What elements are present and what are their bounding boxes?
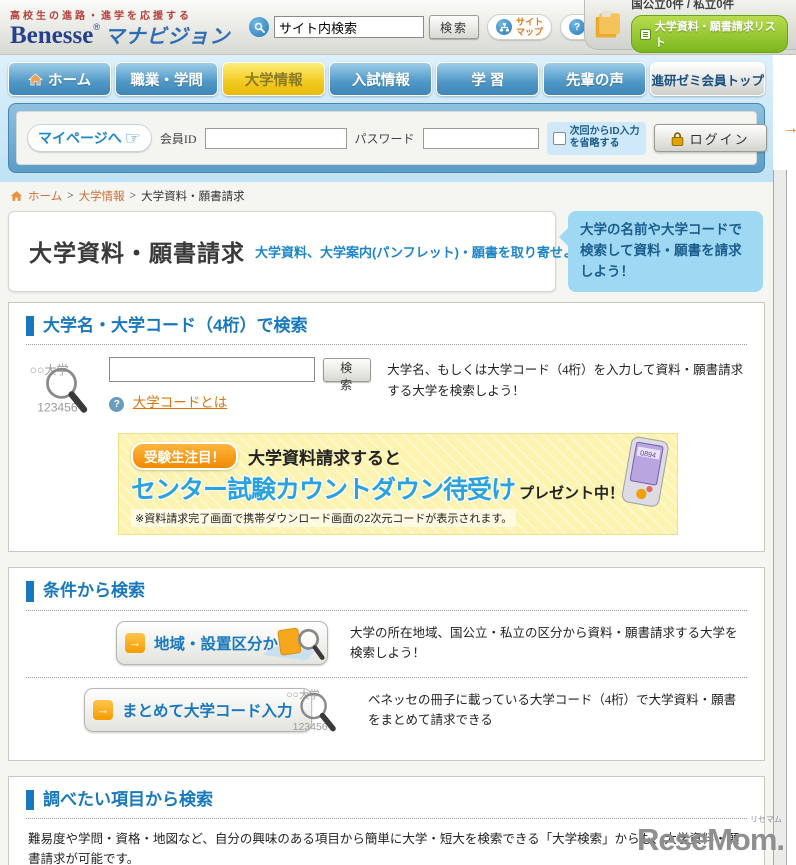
section-heading: 条件から検索: [26, 581, 747, 602]
university-code-input[interactable]: [109, 357, 315, 383]
code-search-button[interactable]: 検索: [322, 357, 372, 392]
folder-icon: [595, 10, 620, 38]
site-search-button[interactable]: 検索: [429, 15, 480, 39]
home-icon: [10, 191, 23, 201]
resemom-watermark: リセマム ReseMom.: [636, 815, 785, 857]
breadcrumb-separator: >: [67, 190, 74, 202]
arrow-icon: →: [125, 632, 145, 653]
site-search: 検索: [249, 15, 480, 39]
scrollbar[interactable]: [773, 170, 787, 865]
what-is-university-code-link[interactable]: 大学コードとは: [133, 395, 228, 410]
breadcrumb-separator: >: [129, 190, 137, 202]
main-area: ホーム > 大学情報 > 大学資料・願書請求 大学資料・願書請求 大学資料、大学…: [0, 182, 773, 865]
save-id-option: 次回からID入力 を省略する: [546, 121, 646, 155]
region-category-description: 大学の所在地域、国公立・私立の区分から資料・願書請求する大学を検索しよう！: [350, 625, 738, 660]
banner-line1: 大学資料請求すると: [248, 448, 401, 468]
section-heading: 調べたい項目から検索: [26, 789, 747, 810]
callout-bubble: 大学の名前や大学コードで検索して資料・願書を請求しよう！: [559, 211, 763, 292]
tab-nyushi-joho[interactable]: 入試情報: [329, 62, 433, 96]
page-title: 大学資料・願書請求: [29, 240, 245, 267]
dotted-divider: [26, 817, 747, 819]
site-header: 高校生の進路・進学を応援する Benesse® マナビジョン 検索 サイトマップ…: [0, 0, 796, 55]
mobile-phone-image: 0894: [621, 436, 669, 507]
member-id-label: 会員ID: [159, 131, 197, 146]
search-icon: [249, 17, 269, 37]
site-tagline: 高校生の進路・進学を応援する: [10, 10, 192, 22]
login-button[interactable]: ログイン: [653, 124, 767, 152]
dotted-divider: [26, 676, 747, 678]
tab-shokugyo-gakumon[interactable]: 職業・学問: [115, 62, 219, 96]
sitemap-icon: [496, 19, 513, 35]
manavision-logo-text: マナビジョン: [104, 25, 231, 48]
password-label: パスワード: [354, 131, 415, 146]
question-icon: ?: [109, 397, 125, 413]
section-heading: 大学名・大学コード（4桁）で検索: [26, 315, 747, 337]
watermark-ruby: リセマム: [750, 815, 782, 824]
pointing-hand-icon: ☞: [124, 128, 141, 148]
svg-text:123456: 123456: [37, 401, 78, 415]
banner-main-text: センター試験カウントダウン待受け プレゼント中！: [131, 476, 625, 505]
breadcrumb: ホーム > 大学情報 > 大学資料・願書請求: [0, 182, 773, 209]
list-icon: [640, 28, 651, 40]
section-condition-search: 条件から検索 → 地域・設置区分から 大学の所在地域、国公立・私立の区分から資料…: [8, 567, 765, 761]
dotted-divider: [26, 344, 747, 346]
main-nav: ホーム 職業・学問 大学情報 入試情報 学 習 先輩の声 進研ゼミ会員トップ: [8, 62, 765, 96]
request-list-button[interactable]: 大学資料・願書請求リスト: [631, 15, 788, 53]
lock-icon: [671, 131, 683, 146]
attention-badge: 受験生注目！: [131, 442, 238, 471]
save-id-checkbox[interactable]: [552, 131, 566, 145]
sitemap-label: サイト マップ: [516, 16, 544, 37]
breadcrumb-daigaku-joho[interactable]: 大学情報: [79, 188, 125, 204]
request-status-panel: 国公立0件 / 私立0件 大学資料・願書請求リスト: [584, 0, 796, 53]
tab-senpai-no-koe[interactable]: 先輩の声: [543, 62, 647, 96]
banner-note: ※資料請求完了画面で携帯ダウンロード画面の2次元コードが表示されます。: [131, 509, 517, 528]
dotted-divider: [26, 609, 747, 611]
campaign-banner[interactable]: 受験生注目！ 大学資料請求すると センター試験カウントダウン待受け プレゼント中！…: [118, 433, 678, 536]
registered-mark: ®: [93, 21, 100, 32]
site-logo[interactable]: Benesse® マナビジョン: [10, 21, 235, 49]
nav-band: ホーム 職業・学問 大学情報 入試情報 学 習 先輩の声 進研ゼミ会員トップ マ…: [0, 55, 796, 182]
tab-gakushu[interactable]: 学 習: [436, 62, 540, 96]
tab-shinken-zemi-member-top[interactable]: 進研ゼミ会員トップ: [650, 62, 765, 96]
tab-daigaku-joho[interactable]: 大学情報: [222, 62, 326, 96]
arrow-icon: →: [782, 120, 796, 137]
svg-text:123456: 123456: [293, 722, 328, 733]
magnifier-icon: ○○大学 123456: [286, 687, 336, 733]
logo-block[interactable]: 高校生の進路・進学を応援する Benesse® マナビジョン: [10, 7, 235, 48]
page-subtitle: 大学資料、大学案内(パンフレット)・願書を取り寄せよう！: [255, 244, 602, 260]
breadcrumb-home[interactable]: ホーム: [28, 188, 62, 204]
save-id-label: 次回からID入力 を省略する: [569, 125, 640, 150]
sitemap-link[interactable]: サイト マップ: [487, 13, 553, 41]
map-folder-magnifier-image: [262, 627, 325, 660]
page-title-box: 大学資料・願書請求 大学資料、大学案内(パンフレット)・願書を取り寄せよう！: [8, 211, 602, 292]
breadcrumb-current: 大学資料・願書請求: [141, 191, 245, 203]
section-code-search: 大学名・大学コード（4桁）で検索 ○○大学 123456 検索 ? 大学コードと…: [8, 301, 765, 553]
member-id-field[interactable]: [204, 127, 347, 149]
home-icon: [28, 73, 43, 85]
benesse-logo-text: Benesse: [10, 21, 94, 49]
region-category-button[interactable]: → 地域・設置区分から: [116, 620, 328, 665]
request-count: 国公立0件 / 私立0件: [631, 0, 735, 11]
site-search-input[interactable]: [274, 16, 424, 38]
password-field[interactable]: [422, 127, 539, 149]
tab-home[interactable]: ホーム: [8, 62, 112, 96]
magnifier-icon: ○○大学 123456: [30, 362, 88, 415]
bulk-code-entry-description: ベネッセの冊子に載っている大学コード（4桁）で大学資料・願書をまとめて請求できる: [368, 692, 737, 727]
login-bar: マイページへ ☞ 会員ID パスワード 次回からID入力 を省略する ログイン →…: [16, 111, 796, 165]
mypage-button[interactable]: マイページへ ☞: [27, 124, 152, 152]
bulk-code-entry-button[interactable]: → まとめて大学コード入力 ○○大学 123456: [84, 687, 336, 733]
login-frame: マイページへ ☞ 会員ID パスワード 次回からID入力 を省略する ログイン →…: [8, 103, 796, 173]
code-search-description: 大学名、もしくは大学コード（4桁）を入力して資料・願書請求する大学を検索しよう！: [387, 363, 744, 398]
arrow-icon: →: [93, 699, 113, 720]
question-icon: ?: [569, 19, 586, 35]
